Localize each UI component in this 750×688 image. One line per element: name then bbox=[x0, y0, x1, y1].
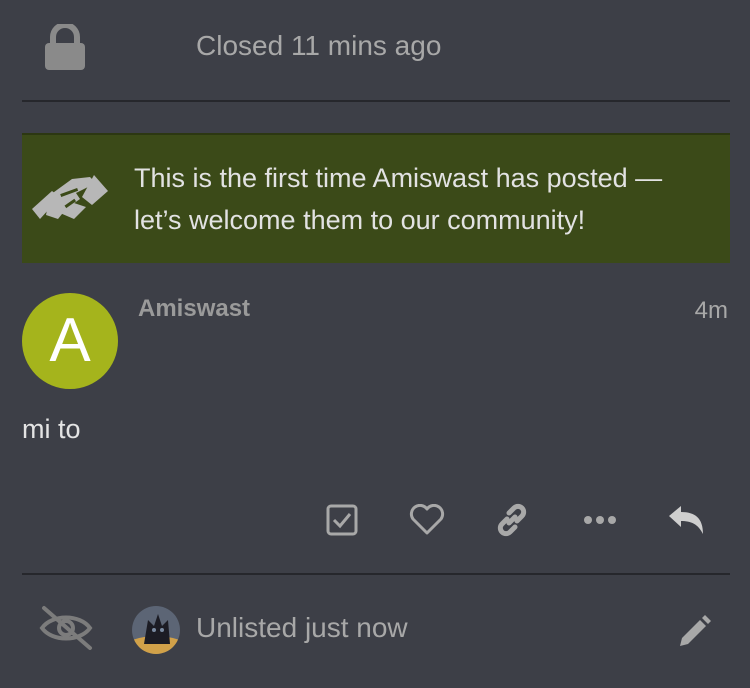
more-actions-button[interactable] bbox=[578, 498, 622, 542]
solution-button[interactable] bbox=[320, 498, 364, 542]
checkbox-icon bbox=[326, 504, 358, 536]
pencil-icon[interactable] bbox=[676, 614, 712, 650]
avatar[interactable] bbox=[132, 606, 180, 654]
unlisted-event-row: Unlisted just now bbox=[0, 576, 750, 688]
heart-icon bbox=[409, 504, 445, 535]
more-icon bbox=[584, 516, 616, 524]
divider bbox=[22, 573, 730, 575]
closed-event-text: Closed 11 mins ago bbox=[196, 30, 442, 61]
like-button[interactable] bbox=[405, 498, 449, 542]
avatar[interactable]: A bbox=[22, 293, 118, 389]
post-timestamp[interactable]: 4m bbox=[695, 297, 728, 325]
reply-icon bbox=[669, 506, 703, 534]
reply-button[interactable] bbox=[664, 498, 708, 542]
share-link-button[interactable] bbox=[490, 498, 534, 542]
link-icon bbox=[497, 503, 527, 537]
handshake-icon bbox=[32, 175, 108, 219]
first-post-banner: This is the first time Amiswast has post… bbox=[22, 133, 730, 263]
post-username[interactable]: Amiswast bbox=[138, 295, 250, 323]
unlisted-event-text: Unlisted just now bbox=[196, 612, 408, 643]
eye-slash-icon bbox=[39, 606, 93, 650]
lock-icon bbox=[45, 24, 85, 70]
closed-event-row: Closed 11 mins ago bbox=[0, 0, 750, 100]
post-body: mi to bbox=[22, 414, 81, 444]
first-post-banner-text: This is the first time Amiswast has post… bbox=[134, 163, 663, 235]
divider bbox=[22, 100, 730, 102]
